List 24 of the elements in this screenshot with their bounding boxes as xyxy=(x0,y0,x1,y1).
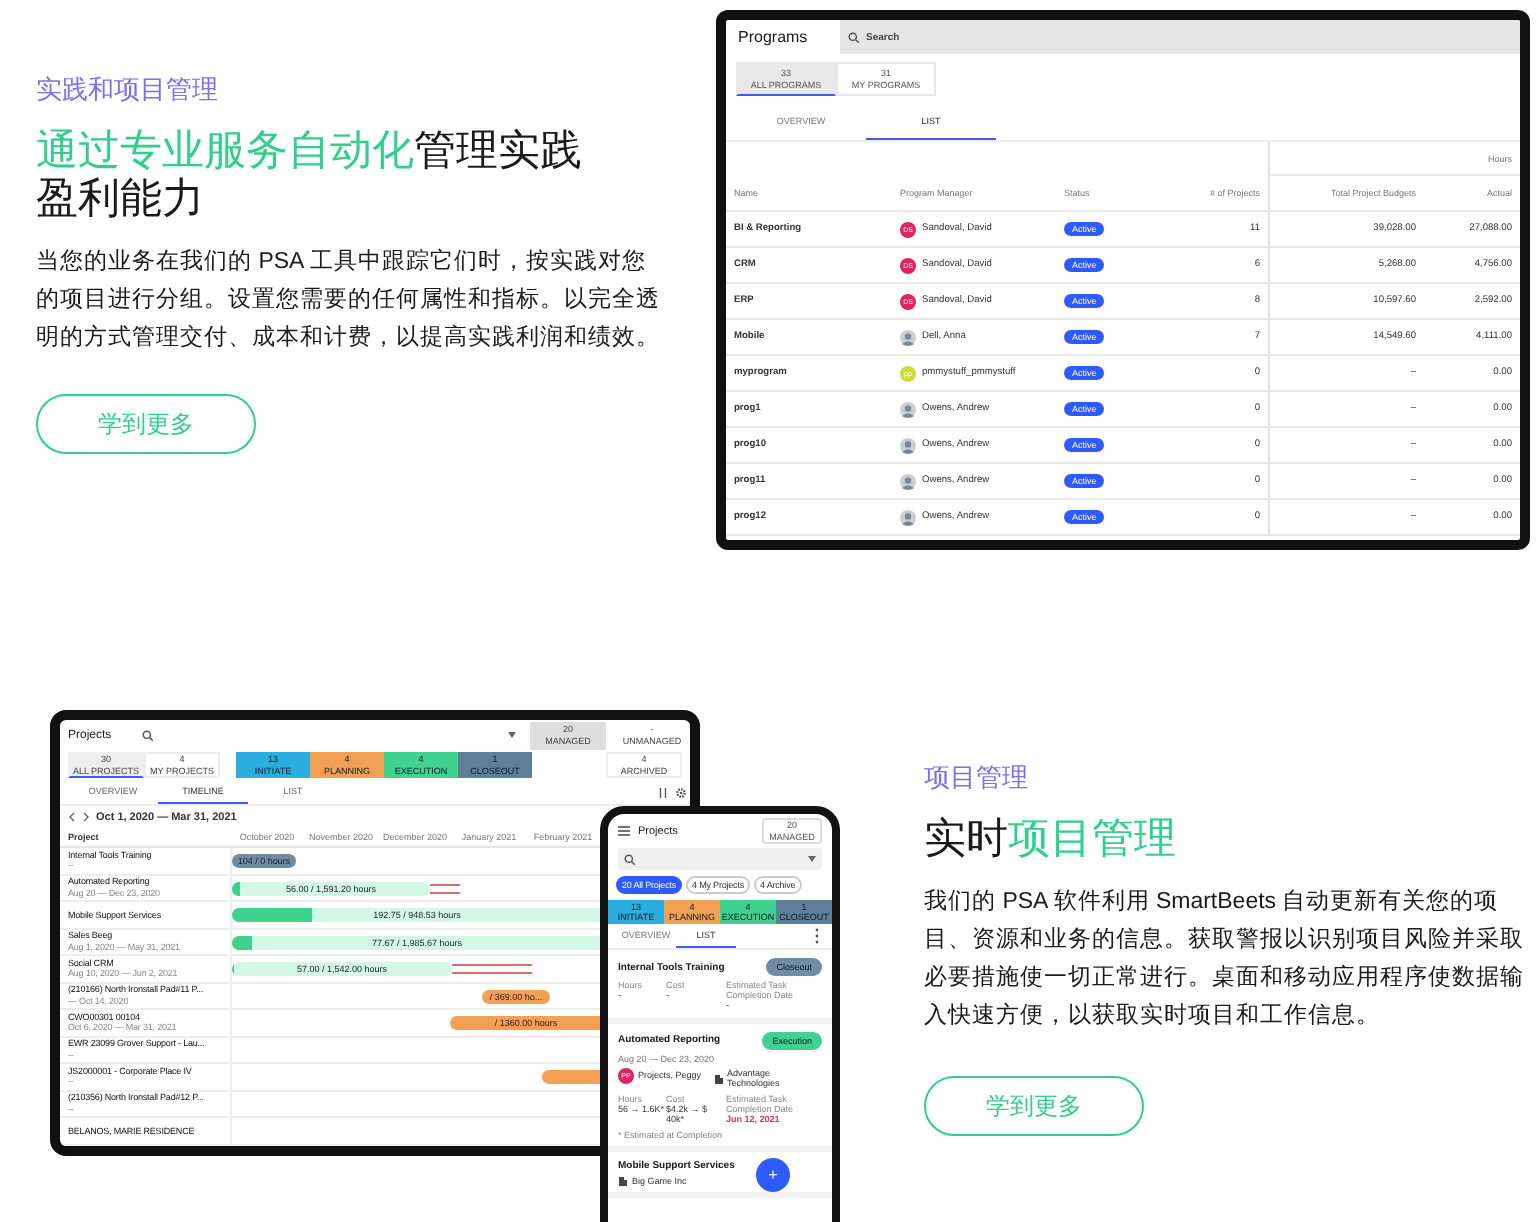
section-heading: 实时项目管理 xyxy=(924,816,1178,864)
section-eyebrow: 项目管理 xyxy=(924,760,1028,796)
section-heading: 通过专业服务自动化管理实践盈利能力 xyxy=(36,128,584,224)
caret-icon xyxy=(508,732,516,738)
menu-icon[interactable] xyxy=(618,826,630,836)
person-avatar-icon xyxy=(900,437,916,453)
search-icon xyxy=(142,729,154,741)
section-description: 当您的业务在我们的 PSA 工具中跟踪它们时，按实践对您的项目进行分组。设置您需要的任何属性和指标。以完全透明的方式管理交付、成本和计费，以提高实践利润和绩效。 xyxy=(36,246,660,354)
person-avatar-icon xyxy=(900,329,916,345)
settings-icon[interactable] xyxy=(676,787,686,797)
add-button[interactable]: + xyxy=(756,1158,790,1192)
person-avatar-icon xyxy=(900,401,916,417)
caret-icon xyxy=(808,856,816,862)
building-icon xyxy=(713,1073,724,1083)
screen-title: Programs xyxy=(736,26,810,50)
building-icon xyxy=(618,1175,628,1186)
search-icon xyxy=(624,853,636,865)
section-description: 我们的 PSA 软件利用 SmartBeets 自动更新有关您的项目、资源和业务的信息。获取警报以识别项目风险并采取必要措施使一切正常进行。桌面和移动应用程序使数据输入快速方便，以获取实时项目和工作信息。 xyxy=(924,886,1526,1032)
person-avatar-icon xyxy=(900,473,916,489)
more-icon[interactable] xyxy=(814,928,820,944)
search-icon xyxy=(848,31,860,43)
search-field[interactable] xyxy=(618,848,822,870)
person-avatar-icon xyxy=(900,509,916,525)
section-eyebrow: 实践和项目管理 xyxy=(36,72,218,108)
